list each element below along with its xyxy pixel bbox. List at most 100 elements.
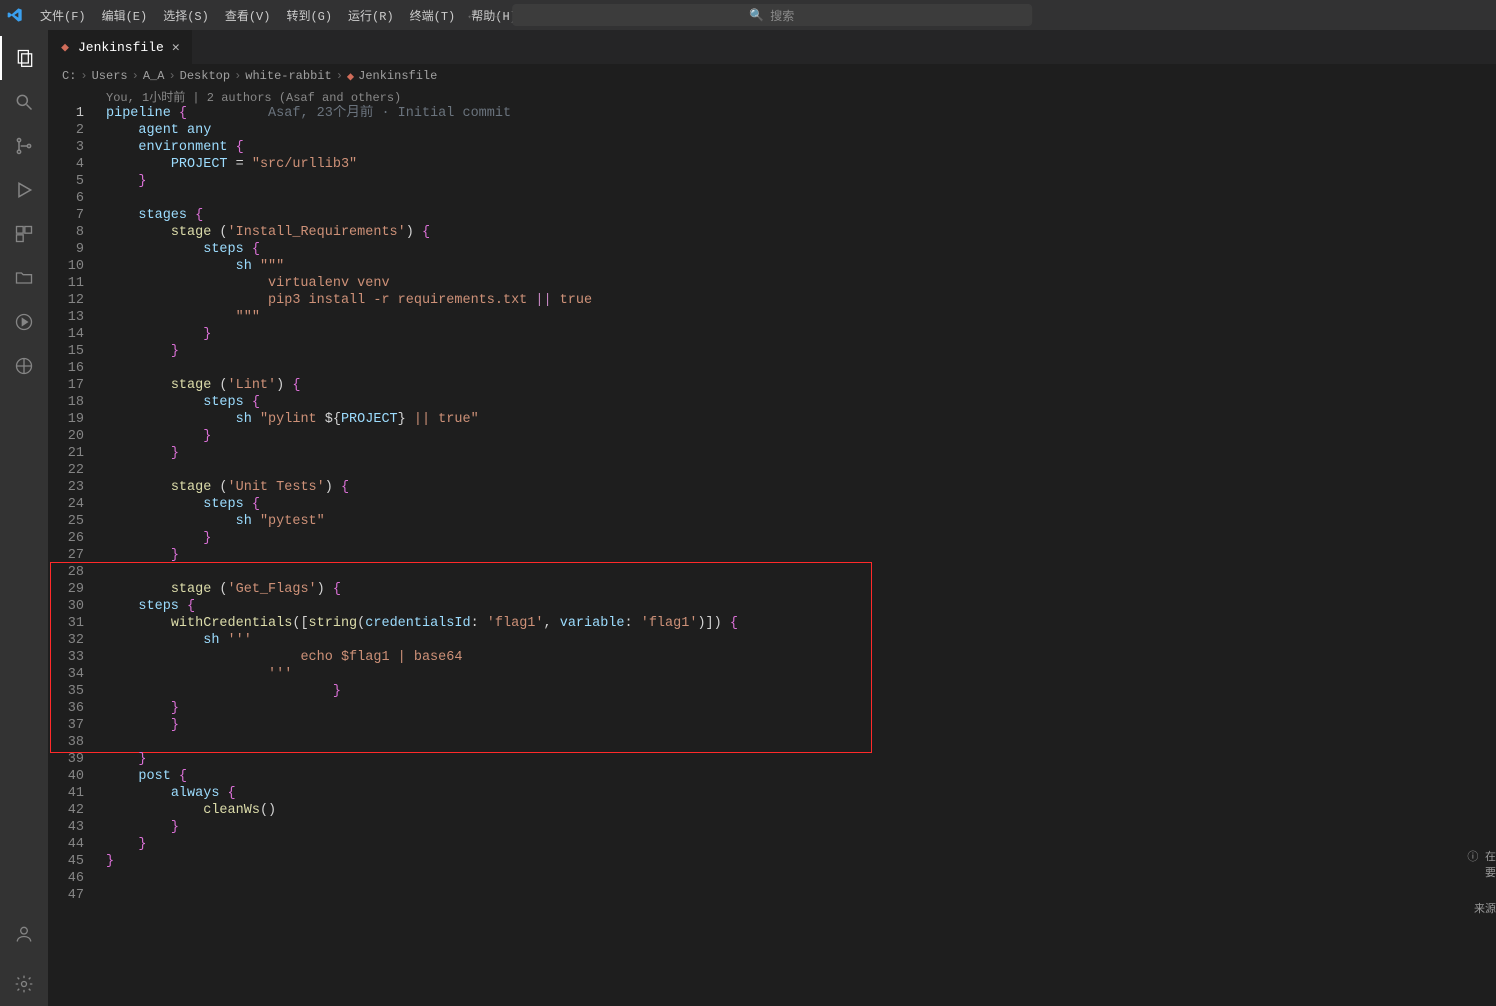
- chevron-right-icon: ›: [336, 69, 343, 83]
- code-line[interactable]: steps {: [98, 598, 1496, 615]
- tab-jenkinsfile[interactable]: ◆ Jenkinsfile ✕: [48, 30, 193, 64]
- run-debug-icon[interactable]: [0, 168, 48, 212]
- explorer-icon[interactable]: [0, 36, 48, 80]
- jenkinsfile-icon: ◆: [347, 69, 354, 84]
- code-line[interactable]: stage ('Lint') {: [98, 377, 1496, 394]
- breadcrumb-segment[interactable]: Desktop: [180, 69, 230, 83]
- code-line[interactable]: post {: [98, 768, 1496, 785]
- code-line[interactable]: virtualenv venv: [98, 275, 1496, 292]
- menu-item[interactable]: 转到(G): [278, 6, 340, 28]
- code-content[interactable]: pipeline { Asaf, 23个月前 · Initial commit …: [98, 105, 1496, 904]
- remote-icon[interactable]: [0, 344, 48, 388]
- code-line[interactable]: sh "pylint ${PROJECT} || true": [98, 411, 1496, 428]
- chevron-right-icon: ›: [234, 69, 241, 83]
- titlebar: 文件(F)编辑(E)选择(S)查看(V)转到(G)运行(R)终端(T)帮助(H)…: [0, 0, 1496, 30]
- breadcrumb-segment[interactable]: white-rabbit: [245, 69, 331, 83]
- code-line[interactable]: }: [98, 445, 1496, 462]
- notice-line: 要: [1466, 864, 1496, 880]
- code-line[interactable]: }: [98, 683, 1496, 700]
- jenkinsfile-icon: ◆: [58, 40, 72, 54]
- accounts-icon[interactable]: [0, 912, 48, 956]
- code-line[interactable]: [98, 734, 1496, 751]
- extensions-icon[interactable]: [0, 212, 48, 256]
- folder-icon[interactable]: [0, 256, 48, 300]
- menu-item[interactable]: 文件(F): [32, 6, 94, 28]
- activity-bar: [0, 30, 48, 1006]
- menu-item[interactable]: 运行(R): [340, 6, 402, 28]
- code-line[interactable]: }: [98, 700, 1496, 717]
- code-line[interactable]: [98, 360, 1496, 377]
- code-line[interactable]: }: [98, 836, 1496, 853]
- code-line[interactable]: }: [98, 530, 1496, 547]
- breadcrumb-segment[interactable]: C:: [62, 69, 76, 83]
- code-line[interactable]: environment {: [98, 139, 1496, 156]
- code-line[interactable]: agent any: [98, 122, 1496, 139]
- code-line[interactable]: stage ('Get_Flags') {: [98, 581, 1496, 598]
- breadcrumb-segment[interactable]: A_A: [143, 69, 165, 83]
- chevron-right-icon: ›: [80, 69, 87, 83]
- code-line[interactable]: withCredentials([string(credentialsId: '…: [98, 615, 1496, 632]
- code-line[interactable]: [98, 887, 1496, 904]
- vscode-icon: [6, 6, 24, 24]
- search-placeholder: 搜索: [770, 7, 794, 24]
- search-panel-icon[interactable]: [0, 80, 48, 124]
- menu-item[interactable]: 选择(S): [155, 6, 217, 28]
- breadcrumb-segment[interactable]: ◆ Jenkinsfile: [347, 69, 437, 84]
- code-line[interactable]: [98, 870, 1496, 887]
- code-line[interactable]: stage ('Install_Requirements') {: [98, 224, 1496, 241]
- code-editor[interactable]: 1234567891011121314151617181920212223242…: [48, 105, 1496, 1006]
- code-line[interactable]: always {: [98, 785, 1496, 802]
- code-line[interactable]: sh ''': [98, 632, 1496, 649]
- breadcrumb-label: A_A: [143, 69, 165, 83]
- code-line[interactable]: }: [98, 428, 1496, 445]
- code-line[interactable]: """: [98, 309, 1496, 326]
- code-line[interactable]: }: [98, 819, 1496, 836]
- breadcrumb-label: Jenkinsfile: [358, 69, 437, 83]
- nav-back-icon[interactable]: ←: [464, 6, 480, 25]
- code-line[interactable]: [98, 462, 1496, 479]
- chevron-right-icon: ›: [132, 69, 139, 83]
- code-line[interactable]: stage ('Unit Tests') {: [98, 479, 1496, 496]
- code-line[interactable]: steps {: [98, 241, 1496, 258]
- code-line[interactable]: pipeline { Asaf, 23个月前 · Initial commit: [98, 105, 1496, 122]
- code-line[interactable]: }: [98, 343, 1496, 360]
- code-line[interactable]: }: [98, 173, 1496, 190]
- code-line[interactable]: [98, 190, 1496, 207]
- nav-forward-icon[interactable]: →: [488, 6, 504, 25]
- code-line[interactable]: PROJECT = "src/urllib3": [98, 156, 1496, 173]
- tab-title: Jenkinsfile: [78, 40, 164, 55]
- blame-annotation: Asaf, 23个月前 · Initial commit: [187, 106, 511, 121]
- code-line[interactable]: stages {: [98, 207, 1496, 224]
- code-line[interactable]: }: [98, 751, 1496, 768]
- code-line[interactable]: sh """: [98, 258, 1496, 275]
- code-line[interactable]: cleanWs(): [98, 802, 1496, 819]
- code-line[interactable]: ''': [98, 666, 1496, 683]
- code-line[interactable]: steps {: [98, 394, 1496, 411]
- close-icon[interactable]: ✕: [170, 40, 182, 55]
- breadcrumbs[interactable]: C:›Users›A_A›Desktop›white-rabbit›◆Jenki…: [48, 65, 1496, 87]
- tabs-row: ◆ Jenkinsfile ✕: [48, 30, 1496, 65]
- breadcrumb-label: white-rabbit: [245, 69, 331, 83]
- code-line[interactable]: sh "pytest": [98, 513, 1496, 530]
- code-line[interactable]: steps {: [98, 496, 1496, 513]
- code-line[interactable]: [98, 564, 1496, 581]
- code-line[interactable]: pip3 install -r requirements.txt || true: [98, 292, 1496, 309]
- menu-item[interactable]: 查看(V): [217, 6, 279, 28]
- menu-item[interactable]: 编辑(E): [94, 6, 156, 28]
- command-center-search[interactable]: 🔍 搜索: [512, 4, 1032, 26]
- code-line[interactable]: echo $flag1 | base64: [98, 649, 1496, 666]
- code-line[interactable]: }: [98, 717, 1496, 734]
- search-icon: 🔍: [749, 8, 764, 23]
- breadcrumb-segment[interactable]: Users: [92, 69, 128, 83]
- gear-icon[interactable]: [0, 962, 48, 1006]
- breadcrumb-label: Users: [92, 69, 128, 83]
- code-line[interactable]: }: [98, 547, 1496, 564]
- code-line[interactable]: }: [98, 326, 1496, 343]
- source-control-icon[interactable]: [0, 124, 48, 168]
- codelens-authors[interactable]: You, 1小时前 | 2 authors (Asaf and others): [48, 87, 1496, 105]
- breadcrumb-label: Desktop: [180, 69, 230, 83]
- test-icon[interactable]: [0, 300, 48, 344]
- code-line[interactable]: }: [98, 853, 1496, 870]
- menu-item[interactable]: 终端(T): [402, 6, 464, 28]
- chevron-right-icon: ›: [168, 69, 175, 83]
